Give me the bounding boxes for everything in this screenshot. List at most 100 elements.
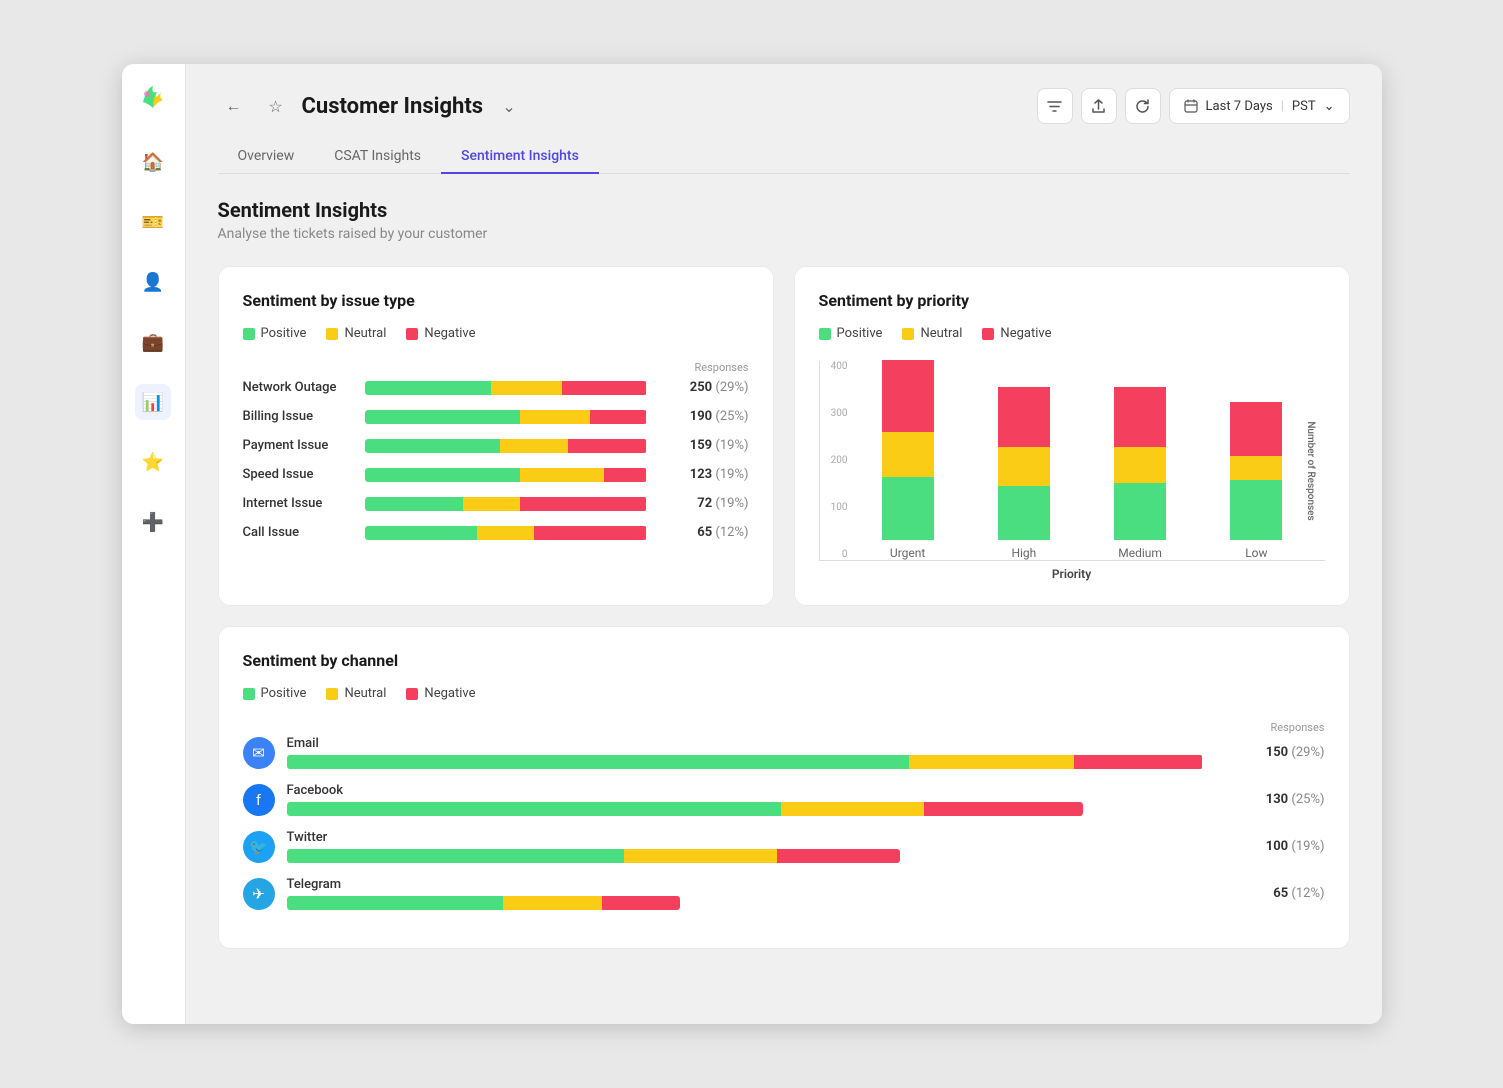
channel-neg-seg <box>1074 755 1202 769</box>
priority-chart-legend: Positive Neutral Negative <box>819 326 1325 341</box>
positive-label-c: Positive <box>261 686 307 701</box>
logo <box>137 80 169 112</box>
priority-pos-seg <box>1114 483 1166 540</box>
negative-dot-c <box>406 688 418 700</box>
legend-positive-c: Positive <box>243 686 307 701</box>
positive-dot-c <box>243 688 255 700</box>
channel-neg-seg <box>777 849 900 863</box>
priority-neg-seg <box>1230 402 1282 456</box>
channel-icon-twitter: 🐦 <box>243 831 275 863</box>
channel-legend: Positive Neutral Negative <box>243 686 1325 701</box>
bar-stat: 190 (25%) <box>659 409 749 424</box>
refresh-button[interactable] <box>1125 88 1161 124</box>
issue-bar-row: Payment Issue 159 (19%) <box>243 438 749 453</box>
issue-bar-row: Call Issue 65 (12%) <box>243 525 749 540</box>
sidebar-item-add[interactable]: ➕ <box>135 504 171 540</box>
priority-bar-stack <box>998 387 1050 540</box>
responses-col-label: Responses <box>659 361 749 374</box>
tab-csat[interactable]: CSAT Insights <box>314 140 441 174</box>
negative-label: Negative <box>424 326 475 341</box>
priority-neu-seg <box>882 432 934 477</box>
priority-bar-label: Low <box>1245 546 1267 560</box>
charts-row: Sentiment by issue type Positive Neutral… <box>218 266 1350 606</box>
sidebar-item-analytics[interactable]: 📊 <box>135 384 171 420</box>
priority-chart-outer: 400 300 200 100 0 Urgent High <box>819 361 1325 581</box>
sidebar-item-starred[interactable]: ⭐ <box>135 444 171 480</box>
issue-bar-row: Network Outage 250 (29%) <box>243 380 749 395</box>
priority-neg-seg <box>1114 387 1166 447</box>
tab-sentiment[interactable]: Sentiment Insights <box>441 140 599 174</box>
channel-neu-seg <box>503 896 601 910</box>
bar-stat: 123 (19%) <box>659 467 749 482</box>
back-button[interactable]: ← <box>218 90 250 122</box>
channel-neg-seg <box>924 802 1083 816</box>
channel-stat: 150 (29%) <box>1215 745 1325 760</box>
priority-neu-seg <box>998 447 1050 486</box>
channel-row: f Facebook 130 (25%) <box>243 783 1325 816</box>
date-range-button[interactable]: Last 7 Days | PST ⌄ <box>1169 88 1350 124</box>
legend-negative-p: Negative <box>982 326 1051 341</box>
priority-bar-label: High <box>1011 546 1036 560</box>
priority-bars-container: Urgent High Medium Low <box>850 371 1315 560</box>
issue-chart-title: Sentiment by issue type <box>243 291 749 310</box>
positive-label: Positive <box>261 326 307 341</box>
neutral-dot-p <box>902 328 914 340</box>
bar-label: Internet Issue <box>243 496 353 511</box>
sidebar-item-tickets[interactable]: 🎫 <box>135 204 171 240</box>
channel-label: Email <box>287 736 1203 751</box>
neutral-label-c: Neutral <box>344 686 386 701</box>
section-subtitle: Analyse the tickets raised by your custo… <box>218 226 1350 242</box>
channel-neu-seg <box>781 802 924 816</box>
channel-bar-track <box>287 802 1084 816</box>
bar-stat: 65 (12%) <box>659 525 749 540</box>
priority-bar-label: Urgent <box>890 546 925 560</box>
neutral-label: Neutral <box>344 326 386 341</box>
sidebar: 🏠 🎫 👤 💼 📊 ⭐ ➕ <box>122 64 186 1024</box>
priority-pos-seg <box>882 477 934 540</box>
channel-card: Sentiment by channel Positive Neutral Ne… <box>218 626 1350 949</box>
chevron-down-icon[interactable]: ⌄ <box>493 90 525 122</box>
negative-label-c: Negative <box>424 686 475 701</box>
priority-chart-area: 400 300 200 100 0 Urgent High <box>819 361 1325 561</box>
tab-overview[interactable]: Overview <box>218 140 315 174</box>
priority-pos-seg <box>1230 480 1282 540</box>
issue-type-card: Sentiment by issue type Positive Neutral… <box>218 266 774 606</box>
bar-stat: 250 (29%) <box>659 380 749 395</box>
channel-label: Telegram <box>287 877 1203 892</box>
neutral-dot-c <box>326 688 338 700</box>
section-title: Sentiment Insights <box>218 198 1350 222</box>
priority-pos-seg <box>998 486 1050 540</box>
positive-dot-p <box>819 328 831 340</box>
y-label-400: 400 <box>820 361 848 372</box>
priority-chart-title: Sentiment by priority <box>819 291 1325 310</box>
priority-neu-seg <box>1230 456 1282 480</box>
sidebar-item-contacts[interactable]: 👤 <box>135 264 171 300</box>
channel-label: Facebook <box>287 783 1203 798</box>
priority-bar-col: High <box>998 387 1050 560</box>
timezone-label: PST <box>1292 99 1316 114</box>
channel-pos-seg <box>287 849 625 863</box>
channel-pos-seg <box>287 802 781 816</box>
legend-neutral-p: Neutral <box>902 326 962 341</box>
legend-neutral: Neutral <box>326 326 386 341</box>
main-content: ← ☆ Customer Insights ⌄ Last 7 Days <box>186 64 1382 1024</box>
sidebar-item-home[interactable]: 🏠 <box>135 144 171 180</box>
date-range-label: Last 7 Days <box>1206 99 1273 114</box>
issue-bar-row: Billing Issue 190 (25%) <box>243 409 749 424</box>
priority-neg-seg <box>882 360 934 432</box>
priority-bar-stack <box>1230 402 1282 540</box>
channel-bar-track <box>287 755 1203 769</box>
star-button[interactable]: ☆ <box>260 90 292 122</box>
sidebar-item-work[interactable]: 💼 <box>135 324 171 360</box>
channel-responses-label: Responses <box>1215 721 1325 734</box>
positive-dot <box>243 328 255 340</box>
app-window: 🏠 🎫 👤 💼 📊 ⭐ ➕ ← ☆ Customer Insights ⌄ <box>122 64 1382 1024</box>
y-axis-title: Number of Responses <box>1305 421 1316 520</box>
channel-bar-track <box>287 896 681 910</box>
share-button[interactable] <box>1081 88 1117 124</box>
filter-button[interactable] <box>1037 88 1073 124</box>
y-label-200: 200 <box>820 455 848 466</box>
legend-negative: Negative <box>406 326 475 341</box>
legend-negative-c: Negative <box>406 686 475 701</box>
channel-stat: 65 (12%) <box>1215 886 1325 901</box>
